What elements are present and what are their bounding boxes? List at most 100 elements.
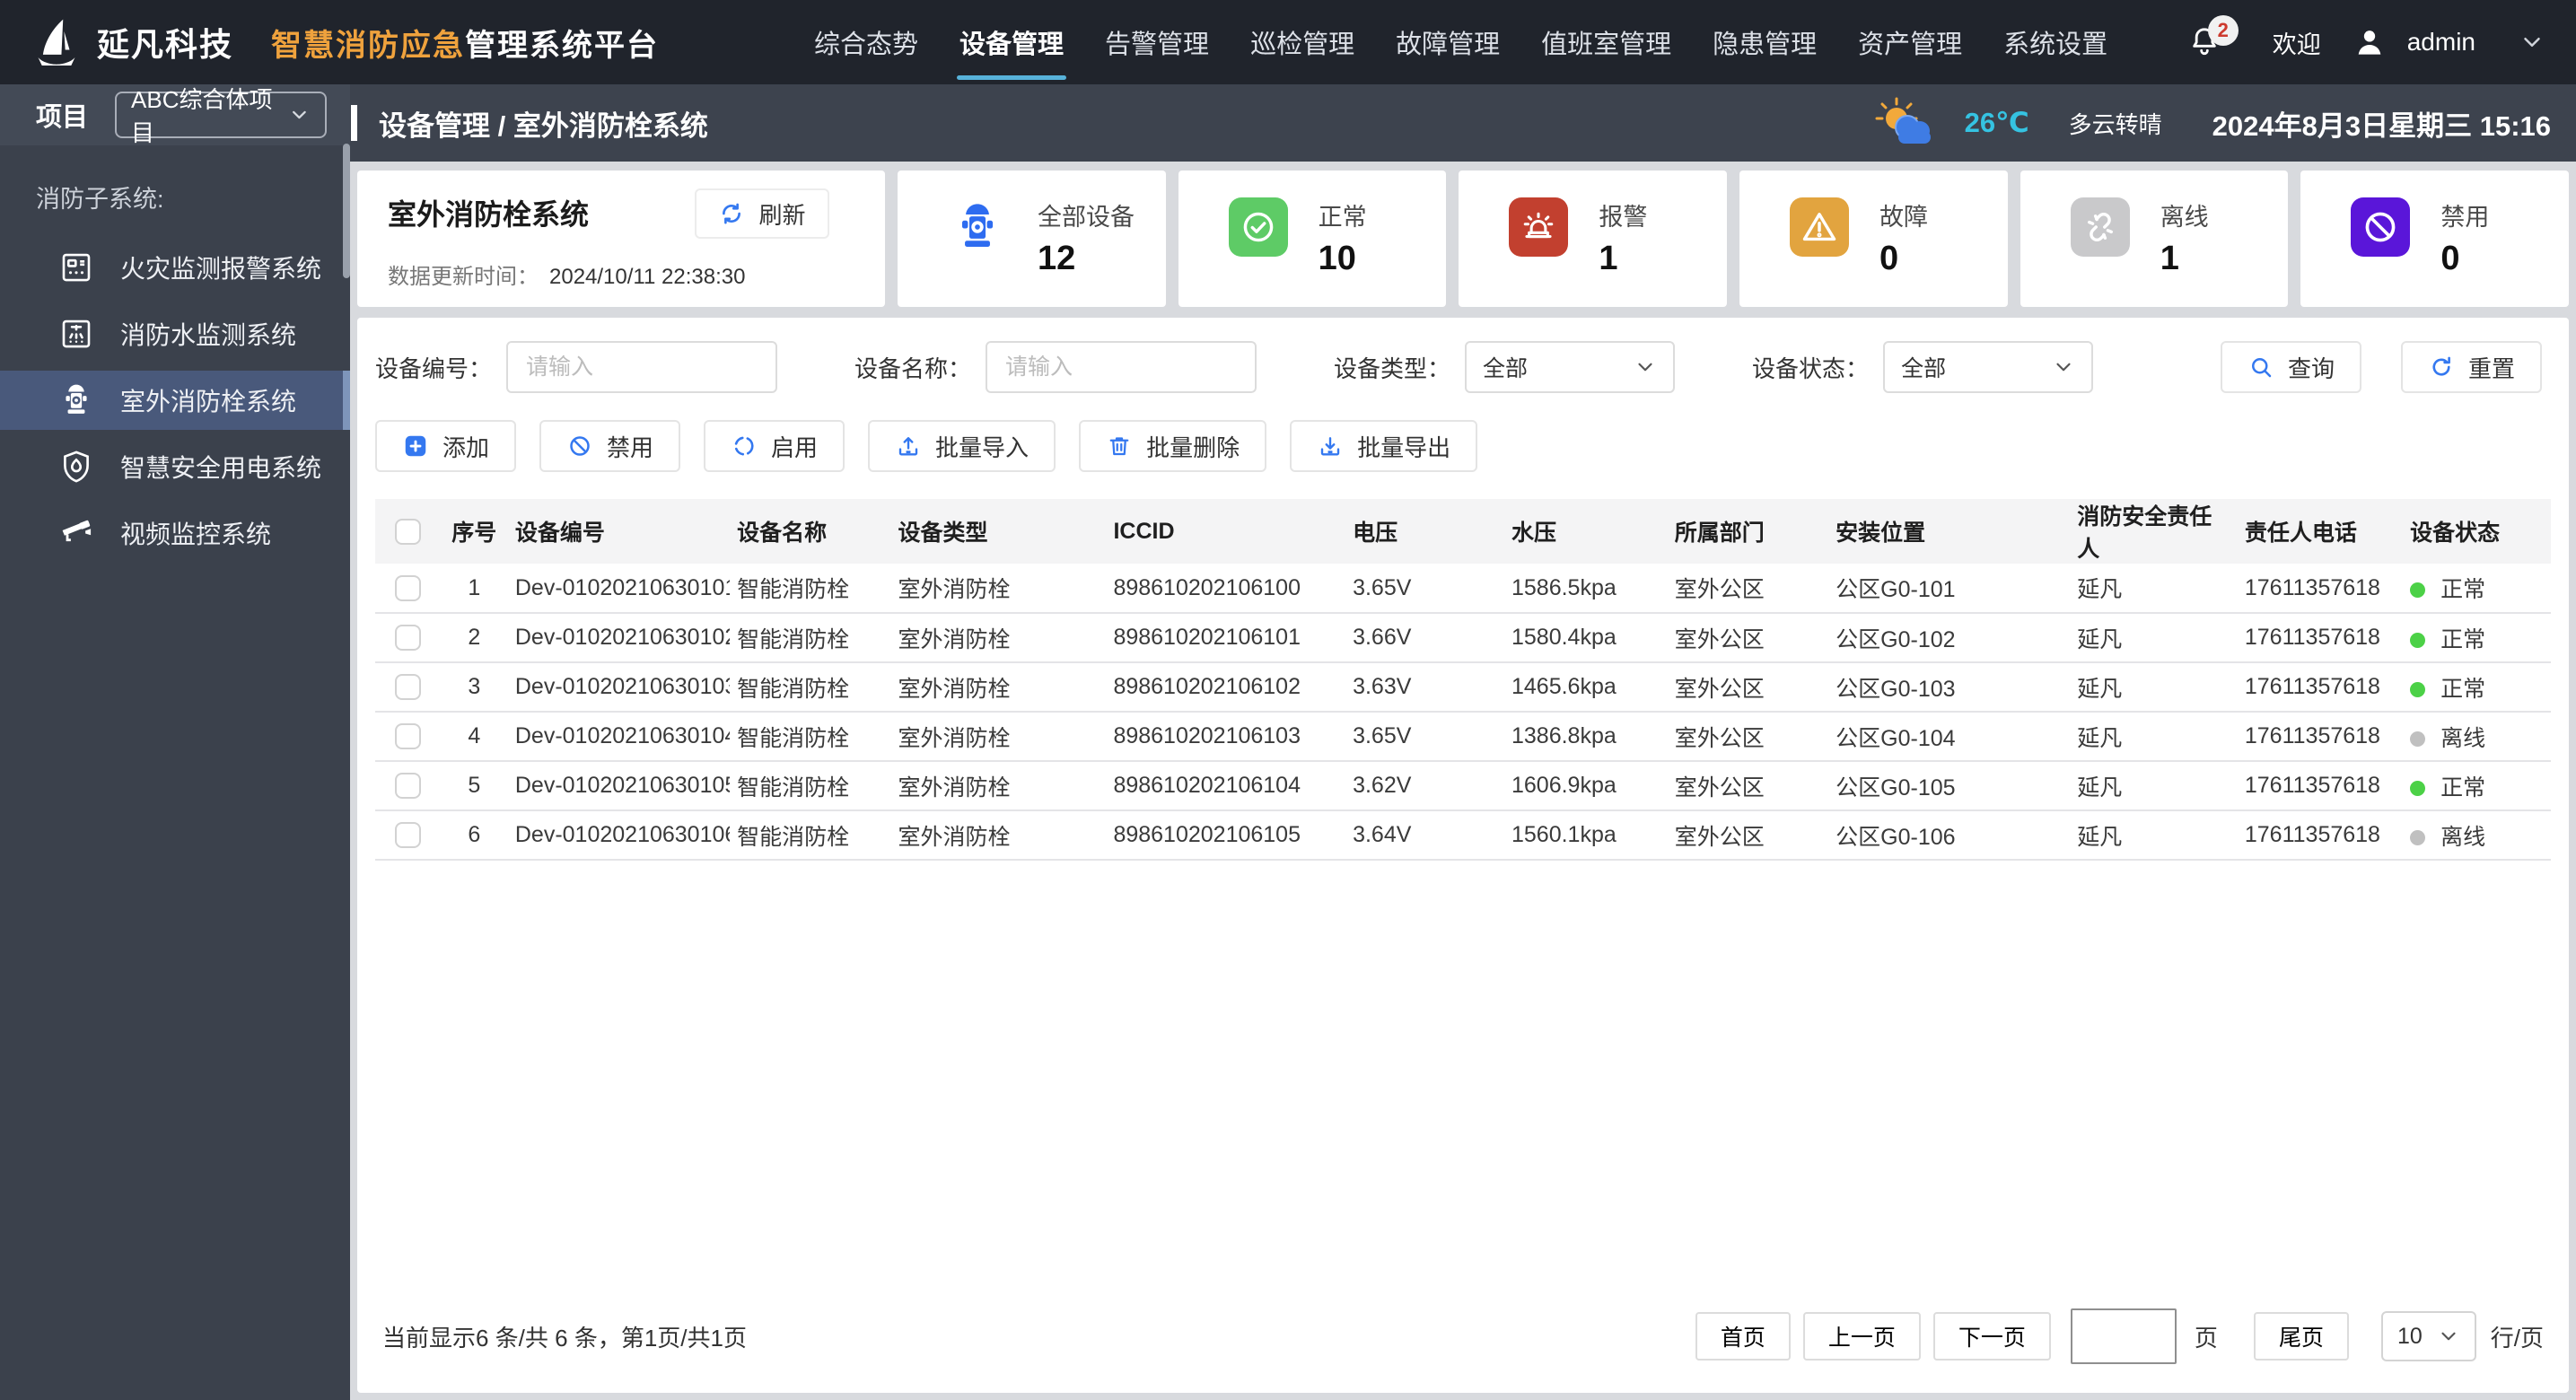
user-avatar-icon[interactable] [2352, 24, 2388, 60]
action-button[interactable]: 批量导出 [1290, 420, 1478, 472]
overview-card: 室外消防栓系统 刷新 数据更新时间： 2024/10/11 22:38:30 [357, 171, 885, 307]
row-checkbox[interactable] [394, 773, 421, 800]
cell-device_no: Dev-01020210630105 [507, 761, 731, 811]
sidebar-item[interactable]: 智慧安全用电系统 [0, 437, 350, 496]
action-button[interactable]: 批量导入 [868, 420, 1056, 472]
user-menu-chevron-icon[interactable] [2519, 29, 2545, 56]
action-button[interactable]: 批量删除 [1079, 420, 1267, 472]
chevron-down-icon [2052, 355, 2075, 379]
refresh-icon [718, 200, 745, 227]
notification-bell[interactable]: 2 [2186, 15, 2239, 62]
cell-no: 3 [440, 662, 508, 713]
cell-iccid: 898610202106102 [1106, 662, 1346, 713]
cell-type: 室外消防栓 [890, 662, 1107, 713]
main-nav: 综合态势 设备管理 告警管理 巡检管理 故障管理 值班室管理 隐患管理 资产管理 系统设置 [793, 0, 2128, 84]
device-name-label: 设备名称： [854, 354, 972, 382]
cell-voltage: 3.63V [1345, 662, 1504, 713]
page-number-input[interactable] [2070, 1308, 2177, 1364]
nav-item[interactable]: 设备管理 [939, 0, 1084, 84]
device-name-input[interactable] [986, 341, 1257, 393]
cell-type: 室外消防栓 [890, 564, 1107, 614]
cell-phone: 17611357618 [2237, 662, 2404, 713]
next-page-button[interactable]: 下一页 [1932, 1312, 2051, 1361]
nav-item[interactable]: 巡检管理 [1230, 0, 1375, 84]
select-all-checkbox[interactable] [394, 518, 421, 545]
username[interactable]: admin [2407, 28, 2475, 57]
header-right: 2 欢迎 admin [2186, 15, 2545, 62]
project-select-value: ABC综合体项目 [131, 86, 273, 146]
cell-dept: 室外公区 [1667, 613, 1829, 663]
brand-company: 延凡科技 [97, 26, 234, 63]
sidebar-menu: 火灾监测报警系统消防水监测系统室外消防栓系统智慧安全用电系统视频监控系统 [0, 238, 350, 563]
cell-owner: 延凡 [2070, 613, 2238, 663]
nav-item[interactable]: 告警管理 [1084, 0, 1230, 84]
cell-type: 室外消防栓 [890, 761, 1107, 811]
row-checkbox[interactable] [394, 574, 421, 601]
page-size-select[interactable]: 10 [2380, 1311, 2476, 1361]
cell-location: 公区G0-102 [1828, 613, 2071, 663]
cell-phone: 17611357618 [2237, 761, 2404, 811]
status-dot [2410, 681, 2426, 697]
sidebar-item-label: 消防水监测系统 [120, 321, 297, 349]
welcome-text: 欢迎 [2272, 31, 2321, 58]
row-checkbox[interactable] [394, 674, 421, 701]
device-status-select[interactable]: 全部 [1883, 341, 2094, 393]
sidebar-item-label: 智慧安全用电系统 [120, 454, 322, 482]
breadcrumb-accent-bar [351, 105, 357, 141]
action-button[interactable]: 禁用 [539, 420, 681, 472]
page-unit-label: 页 [2194, 1324, 2218, 1352]
cell-voltage: 3.64V [1345, 810, 1504, 861]
per-page-unit-label: 行/页 [2490, 1324, 2544, 1352]
stat-card: 全部设备 12 [898, 171, 1166, 307]
cell-phone: 17611357618 [2237, 613, 2404, 663]
sidebar-scrollbar[interactable] [343, 144, 350, 278]
prev-page-button[interactable]: 上一页 [1802, 1312, 1921, 1361]
sidebar-item[interactable]: 消防水监测系统 [0, 304, 350, 363]
cell-iccid: 898610202106104 [1106, 761, 1346, 811]
status-dot [2410, 632, 2426, 648]
table-row: 2 Dev-01020210630102 智能消防栓 室外消防栓 89861020210… [375, 613, 2551, 663]
refresh-button[interactable]: 刷新 [695, 188, 829, 239]
cell-type: 室外消防栓 [890, 810, 1107, 861]
brand: 延凡科技 智慧消防应急管理系统平台 [31, 16, 659, 68]
nav-item[interactable]: 资产管理 [1837, 0, 1983, 84]
reset-icon [2428, 354, 2455, 381]
device-type-select[interactable]: 全部 [1465, 341, 1676, 393]
last-page-button[interactable]: 尾页 [2253, 1312, 2349, 1361]
cell-phone: 17611357618 [2237, 810, 2404, 861]
filter-device-type: 设备类型： 全部 [1334, 341, 1676, 393]
sun-cloud-icon [1870, 95, 1943, 151]
first-page-button[interactable]: 首页 [1695, 1312, 1791, 1361]
sidebar-item[interactable]: 火灾监测报警系统 [0, 238, 350, 297]
action-buttons-row: 添加 禁用 启用 批量导入 批量删除 批量导出 [375, 420, 2551, 472]
nav-item[interactable]: 值班室管理 [1520, 0, 1692, 84]
nav-item[interactable]: 隐患管理 [1692, 0, 1837, 84]
status-dot [2410, 582, 2426, 598]
cell-phone: 17611357618 [2237, 712, 2404, 762]
device-no-input[interactable] [506, 341, 778, 393]
hydrant-icon [57, 381, 95, 419]
nav-item[interactable]: 综合态势 [793, 0, 939, 84]
action-label: 启用 [771, 433, 819, 461]
nav-item[interactable]: 系统设置 [1983, 0, 2128, 84]
nav-item[interactable]: 故障管理 [1375, 0, 1520, 84]
sidebar-item[interactable]: 视频监控系统 [0, 503, 350, 563]
row-checkbox[interactable] [394, 723, 421, 750]
device-panel: 设备编号： 设备名称： 设备类型： 全部 设备状态： [357, 318, 2569, 1393]
action-button[interactable]: 添加 [375, 420, 517, 472]
row-checkbox[interactable] [394, 625, 421, 652]
sidebar-item[interactable]: 室外消防栓系统 [0, 371, 350, 430]
status-dot [2410, 731, 2426, 747]
stat-label: 正常 [1318, 204, 1367, 231]
project-select[interactable]: ABC综合体项目 [115, 86, 328, 146]
reset-button[interactable]: 重置 [2400, 341, 2542, 393]
status-text: 离线 [2440, 824, 2486, 850]
action-button[interactable]: 启用 [704, 420, 846, 472]
cell-device_no: Dev-01020210630103 [507, 662, 731, 713]
row-checkbox[interactable] [394, 822, 421, 849]
cell-dept: 室外公区 [1667, 662, 1829, 713]
search-button[interactable]: 查询 [2220, 341, 2361, 393]
cell-dept: 室外公区 [1667, 712, 1829, 762]
stat-label: 禁用 [2440, 204, 2490, 231]
cell-no: 6 [440, 810, 508, 861]
